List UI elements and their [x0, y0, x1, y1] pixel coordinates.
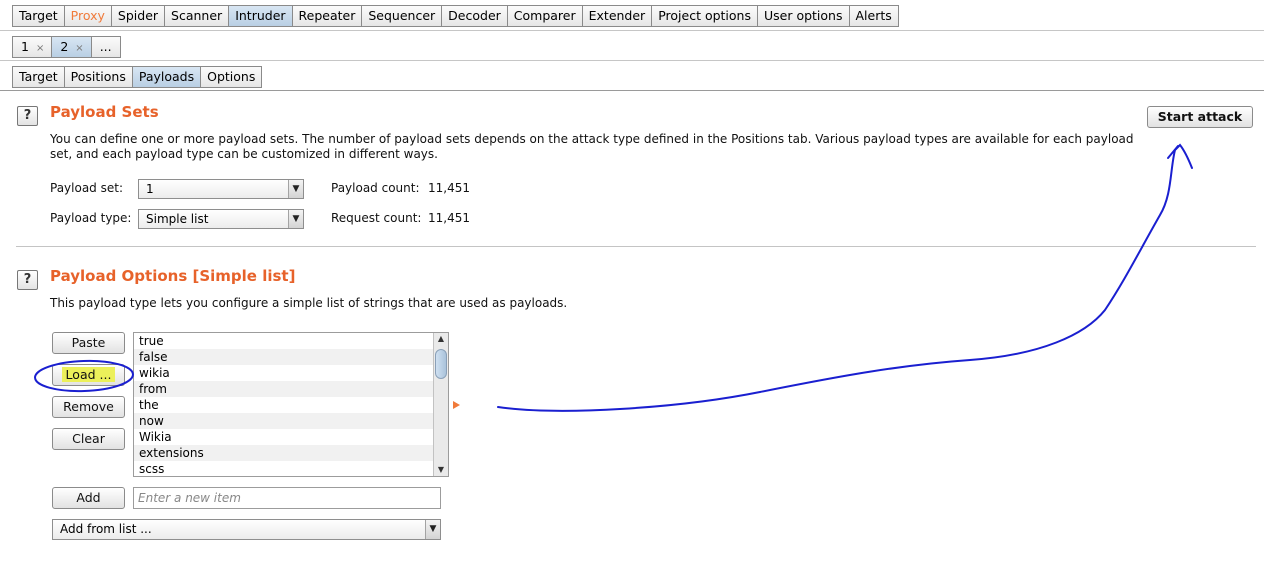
- add-button[interactable]: Add: [52, 487, 125, 509]
- main-tab-bar: Target Proxy Spider Scanner Intruder Rep…: [0, 0, 1264, 30]
- tab-intruder[interactable]: Intruder: [228, 5, 293, 27]
- list-item[interactable]: from: [134, 381, 433, 397]
- scroll-up-icon[interactable]: ▲: [434, 333, 448, 345]
- new-item-input[interactable]: Enter a new item: [133, 487, 441, 509]
- payload-sets-description-line2: set, and each payload type can be custom…: [50, 147, 438, 161]
- tab-instance-2[interactable]: 2 ×: [51, 36, 92, 58]
- tab-decoder[interactable]: Decoder: [441, 5, 508, 27]
- list-scrollbar[interactable]: ▲ ▼: [433, 333, 448, 476]
- tab-instance-label: 2: [60, 39, 69, 54]
- sub-tab-bar: Target Positions Payloads Options: [0, 60, 1264, 90]
- start-attack-button[interactable]: Start attack: [1147, 106, 1253, 128]
- expand-arrow-icon[interactable]: [453, 401, 460, 409]
- scroll-thumb[interactable]: [435, 349, 447, 379]
- list-item[interactable]: Wikia: [134, 429, 433, 445]
- payload-type-select[interactable]: Simple list ▼: [138, 209, 304, 229]
- subtab-positions[interactable]: Positions: [63, 66, 133, 88]
- request-count-value: 11,451: [428, 211, 470, 225]
- list-item[interactable]: the: [134, 397, 433, 413]
- payload-list[interactable]: true false wikia from the now Wikia exte…: [133, 332, 449, 477]
- tab-instance-label: 1: [21, 39, 29, 54]
- instance-tab-bar: 1 × 2 × ...: [0, 30, 1264, 60]
- payload-set-value: 1: [146, 182, 154, 196]
- load-button[interactable]: Load ...: [52, 364, 125, 386]
- payload-sets-description-line1: You can define one or more payload sets.…: [50, 132, 1134, 146]
- subtab-target[interactable]: Target: [12, 66, 65, 88]
- help-icon[interactable]: ?: [17, 106, 38, 126]
- payload-type-value: Simple list: [146, 212, 209, 226]
- list-item[interactable]: wikia: [134, 365, 433, 381]
- chevron-down-icon: ▼: [288, 210, 303, 228]
- load-button-label: Load ...: [61, 367, 116, 382]
- payload-count-label: Payload count:: [331, 181, 420, 195]
- list-item[interactable]: true: [134, 333, 433, 349]
- remove-button[interactable]: Remove: [52, 396, 125, 418]
- tab-proxy[interactable]: Proxy: [63, 5, 112, 27]
- payload-set-select[interactable]: 1 ▼: [138, 179, 304, 199]
- payload-type-label: Payload type:: [50, 211, 132, 225]
- payload-options-description: This payload type lets you configure a s…: [50, 296, 568, 310]
- close-icon[interactable]: ×: [36, 43, 44, 54]
- subtab-payloads[interactable]: Payloads: [131, 66, 202, 88]
- section-divider: [16, 246, 1256, 247]
- scroll-down-icon[interactable]: ▼: [434, 464, 448, 476]
- paste-button[interactable]: Paste: [52, 332, 125, 354]
- payload-set-label: Payload set:: [50, 181, 123, 195]
- new-tab-button[interactable]: ...: [90, 36, 121, 58]
- request-count-label: Request count:: [331, 211, 422, 225]
- close-icon[interactable]: ×: [75, 43, 83, 54]
- payload-count-value: 11,451: [428, 181, 470, 195]
- clear-button[interactable]: Clear: [52, 428, 125, 450]
- tab-sequencer[interactable]: Sequencer: [361, 5, 443, 27]
- tab-scanner[interactable]: Scanner: [164, 5, 230, 27]
- add-from-list-value: Add from list ...: [60, 522, 152, 536]
- help-icon[interactable]: ?: [17, 270, 38, 290]
- tab-instance-1[interactable]: 1 ×: [12, 36, 53, 58]
- tab-spider[interactable]: Spider: [110, 5, 166, 27]
- tab-alerts[interactable]: Alerts: [848, 5, 899, 27]
- add-from-list-select[interactable]: Add from list ... ▼: [52, 519, 441, 540]
- payload-sets-title: Payload Sets: [50, 103, 159, 121]
- tab-target[interactable]: Target: [12, 5, 65, 27]
- tab-extender[interactable]: Extender: [581, 5, 653, 27]
- tab-project-options[interactable]: Project options: [651, 5, 758, 27]
- tab-repeater[interactable]: Repeater: [291, 5, 363, 27]
- list-item[interactable]: now: [134, 413, 433, 429]
- tab-comparer[interactable]: Comparer: [506, 5, 583, 27]
- chevron-down-icon: ▼: [425, 520, 440, 539]
- payload-options-title: Payload Options [Simple list]: [50, 267, 296, 285]
- tab-user-options[interactable]: User options: [756, 5, 850, 27]
- list-item[interactable]: scss: [134, 461, 433, 476]
- list-item[interactable]: false: [134, 349, 433, 365]
- subtab-options[interactable]: Options: [200, 66, 263, 88]
- chevron-down-icon: ▼: [288, 180, 303, 198]
- list-item[interactable]: extensions: [134, 445, 433, 461]
